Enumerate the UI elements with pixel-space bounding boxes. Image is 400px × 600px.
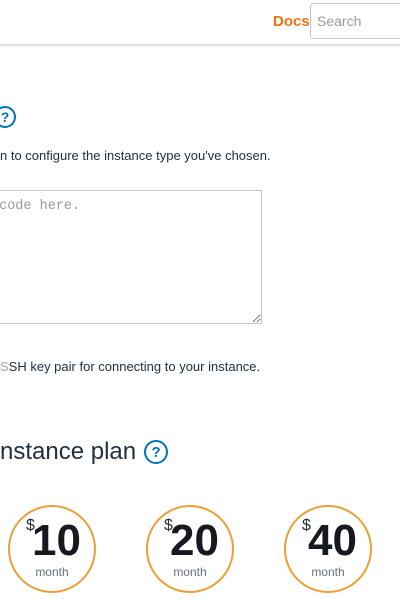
plan-price: 10 <box>32 516 81 565</box>
plan-period: month <box>35 565 69 579</box>
instance-plan-heading: nstance plan ? <box>0 438 169 466</box>
top-navigation-bar: Docs <box>0 0 400 44</box>
page: Docs ? n to configure the instance type … <box>0 0 400 600</box>
plan-period: month <box>311 565 345 579</box>
help-icon[interactable]: ? <box>0 106 16 128</box>
search-input[interactable] <box>310 3 400 39</box>
launch-script-description: n to configure the instance type you've … <box>0 148 271 163</box>
ssh-description-text: SH key pair for connecting to your insta… <box>8 359 261 374</box>
plan-price: 20 <box>170 516 219 565</box>
ssh-text-fragment: S <box>0 359 9 374</box>
help-icon[interactable]: ? <box>144 440 169 464</box>
instance-plan-title: nstance plan <box>0 438 137 465</box>
plan-option-10[interactable]: $ 10 month <box>8 505 96 593</box>
ssh-key-description: SSH key pair for connecting to your inst… <box>0 359 260 374</box>
plan-period: month <box>173 565 207 579</box>
plan-option-40[interactable]: $ 40 month <box>284 505 372 593</box>
launch-script-textarea[interactable] <box>0 190 262 324</box>
docs-link[interactable]: Docs <box>273 12 310 32</box>
plan-price: 40 <box>308 516 357 565</box>
plan-option-20[interactable]: $ 20 month <box>146 505 234 593</box>
plan-options: $ 10 month $ 20 month $ 40 month <box>0 505 400 600</box>
